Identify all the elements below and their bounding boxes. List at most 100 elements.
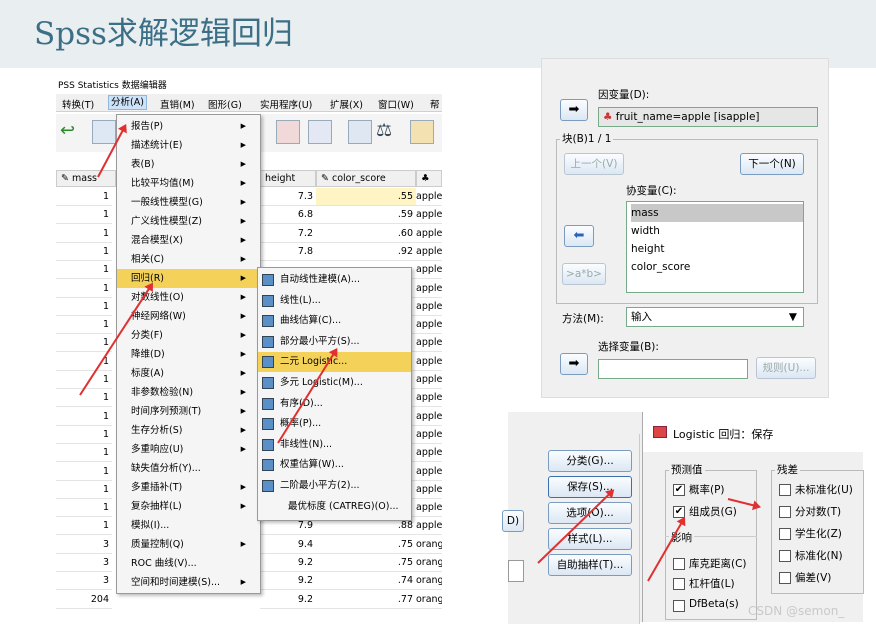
move-selection-button[interactable]: ➡ <box>560 353 588 375</box>
analyze-menu-item[interactable]: 生存分析(S) ▶ <box>117 421 260 440</box>
analyze-menu-item[interactable]: 回归(R) ▶ <box>117 269 260 288</box>
cell-fruit[interactable]: orang <box>416 572 442 591</box>
regression-menu-item[interactable]: 曲线估算(C)... <box>258 311 411 331</box>
menu-graphs[interactable]: 图形(G) <box>208 97 242 111</box>
covariate-item[interactable]: color_score <box>631 258 803 276</box>
cell-fruit[interactable]: apple <box>416 463 442 481</box>
regression-menu-item[interactable]: 权重估算(W)... <box>258 455 411 475</box>
cell-mass[interactable]: 204 <box>56 591 112 609</box>
checkbox-dfbeta[interactable] <box>673 600 685 612</box>
classify-button[interactable]: 分类(G)... <box>548 450 632 472</box>
cell-fruit[interactable]: apple <box>416 280 442 298</box>
move-dependent-button[interactable]: ➡ <box>560 99 588 121</box>
covariates-list[interactable]: mass width height color_score <box>626 201 804 293</box>
analyze-menu-item[interactable]: 缺失值分析(Y)... <box>117 459 260 478</box>
analyze-menu-item[interactable]: 时间序列预测(T) ▶ <box>117 402 260 421</box>
regression-menu-item[interactable]: 概率(P)... <box>258 414 411 434</box>
cell-mass[interactable]: 3 <box>56 572 112 591</box>
menu-extensions[interactable]: 扩展(X) <box>330 97 363 111</box>
menu-help[interactable]: 帮 <box>430 97 440 111</box>
selection-variable-field[interactable] <box>598 359 748 379</box>
previous-block-button[interactable]: 上一个(V) <box>564 153 624 175</box>
cell-height[interactable]: 7.2 <box>260 225 316 243</box>
rule-button[interactable]: 规则(U)... <box>756 357 816 379</box>
analyze-menu-item[interactable]: 降维(D) ▶ <box>117 345 260 364</box>
cell-fruit[interactable]: orang <box>416 536 442 554</box>
cell-mass[interactable]: 1 <box>56 481 112 499</box>
regression-menu-item[interactable]: 有序(D)... <box>258 394 411 414</box>
cell-fruit[interactable]: apple <box>416 389 442 408</box>
bootstrap-button[interactable]: 自助抽样(T)... <box>548 554 632 576</box>
cell-fruit[interactable]: apple <box>416 499 442 518</box>
split-file-icon[interactable] <box>348 120 372 144</box>
cell-mass[interactable]: 1 <box>56 517 112 536</box>
cell-mass[interactable]: 1 <box>56 334 112 353</box>
column-header-color-score[interactable]: ✎ color_score <box>316 170 416 187</box>
cell-fruit[interactable]: apple <box>416 444 442 463</box>
cell-fruit[interactable]: apple <box>416 371 442 389</box>
cell-fruit[interactable]: apple <box>416 225 442 243</box>
analyze-menu-item[interactable]: 混合模型(X) ▶ <box>117 231 260 250</box>
cell-height[interactable]: 6.8 <box>260 206 316 225</box>
cell-color-score[interactable]: .59 <box>316 206 416 225</box>
cell-color-score[interactable]: .77 <box>316 591 416 609</box>
analyze-menu-item[interactable]: 空间和时间建模(S)... ▶ <box>117 573 260 592</box>
analyze-menu-item[interactable]: 非参数检验(N) ▶ <box>117 383 260 402</box>
cell-mass[interactable]: 1 <box>56 444 112 463</box>
cell-mass[interactable]: 1 <box>56 280 112 298</box>
analyze-menu-item[interactable]: 质量控制(Q) ▶ <box>117 535 260 554</box>
regression-menu-item[interactable]: 自动线性建模(A)... <box>258 270 411 290</box>
cell-fruit[interactable]: apple <box>416 481 442 499</box>
cell-mass[interactable]: 1 <box>56 225 112 243</box>
analyze-menu-item[interactable]: 比较平均值(M) ▶ <box>117 174 260 193</box>
cell-height[interactable]: 7.8 <box>260 243 316 261</box>
cell-mass[interactable]: 3 <box>56 536 112 554</box>
covariate-item[interactable]: height <box>631 240 803 258</box>
menu-direct-marketing[interactable]: 直销(M) <box>160 97 195 111</box>
cell-mass[interactable]: 1 <box>56 408 112 426</box>
regression-menu-item[interactable]: 二阶最小平方(2)... <box>258 476 411 496</box>
cell-mass[interactable]: 1 <box>56 261 112 280</box>
cell-fruit[interactable]: apple <box>416 334 442 353</box>
chart-builder-icon[interactable] <box>276 120 300 144</box>
cell-height[interactable]: 7.3 <box>260 188 316 206</box>
cell-mass[interactable]: 1 <box>56 298 112 316</box>
cell-color-score[interactable]: .74 <box>316 572 416 591</box>
cell-fruit[interactable]: apple <box>416 188 442 206</box>
column-header-mass[interactable]: ✎ mass <box>56 170 116 187</box>
checkbox-leverage[interactable] <box>673 578 685 590</box>
select-cases-icon[interactable] <box>410 120 434 144</box>
cell-color-score[interactable]: .92 <box>316 243 416 261</box>
menu-window[interactable]: 窗口(W) <box>378 97 414 111</box>
cell-mass[interactable]: 1 <box>56 463 112 481</box>
column-header-fruit[interactable]: ♣ <box>416 170 442 187</box>
regression-menu-item[interactable]: 最优标度 (CATREG)(O)... <box>258 497 411 517</box>
cell-fruit[interactable]: apple <box>416 517 442 536</box>
analyze-menu-item[interactable]: 相关(C) ▶ <box>117 250 260 269</box>
analyze-menu-item[interactable]: 一般线性模型(G) ▶ <box>117 193 260 212</box>
cell-height[interactable]: 9.2 <box>260 572 316 591</box>
cell-fruit[interactable]: apple <box>416 316 442 335</box>
next-block-button[interactable]: 下一个(N) <box>740 153 804 175</box>
cell-fruit[interactable]: apple <box>416 426 442 444</box>
cell-fruit[interactable]: apple <box>416 243 442 261</box>
analyze-menu-item[interactable]: 分类(F) ▶ <box>117 326 260 345</box>
covariate-item[interactable]: width <box>631 222 803 240</box>
cell-fruit[interactable]: apple <box>416 353 442 371</box>
analyze-menu-item[interactable]: 模拟(I)... <box>117 516 260 535</box>
column-header-height[interactable]: height <box>260 170 316 187</box>
checkbox-probability[interactable]: ✔ <box>673 484 685 496</box>
cell-mass[interactable]: 3 <box>56 554 112 572</box>
cell-fruit[interactable]: orang <box>416 554 442 572</box>
cell-fruit[interactable]: apple <box>416 298 442 316</box>
weight-cases-icon[interactable]: ⚖ <box>376 120 400 144</box>
checkbox-unstandardized[interactable] <box>779 484 791 496</box>
menu-transform[interactable]: 转换(T) <box>62 97 94 111</box>
cell-fruit[interactable]: apple <box>416 261 442 280</box>
analyze-menu-item[interactable]: 多重插补(T) ▶ <box>117 478 260 497</box>
checkbox-deviance[interactable] <box>779 572 791 584</box>
save-button[interactable]: 保存(S)... <box>548 476 632 498</box>
undo-icon[interactable]: ↩ <box>60 120 84 144</box>
cell-fruit[interactable]: apple <box>416 408 442 426</box>
cell-mass[interactable]: 1 <box>56 499 112 518</box>
